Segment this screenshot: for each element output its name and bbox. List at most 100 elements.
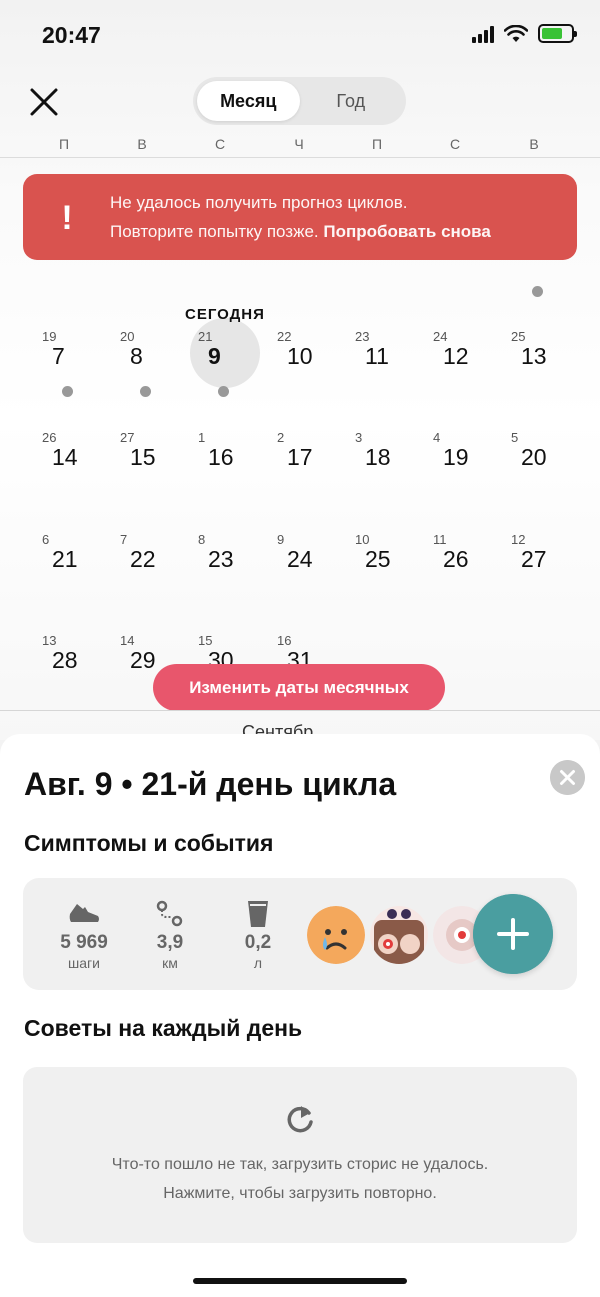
cycle-day-number: 9 xyxy=(277,532,285,547)
calendar-day[interactable]: 23 11 xyxy=(355,329,433,399)
calendar-day[interactable]: 9 24 xyxy=(277,532,355,602)
cycle-day-number: 14 xyxy=(120,633,135,648)
calendar-day-today[interactable]: 21 9 xyxy=(198,329,276,399)
calendar-day[interactable]: 10 25 xyxy=(355,532,433,602)
steps-metric[interactable]: 5 969 шаги xyxy=(44,898,124,971)
date-number: 25 xyxy=(365,546,391,572)
weekday-label: С xyxy=(449,136,461,152)
calendar-day[interactable]: 24 12 xyxy=(433,329,511,399)
battery-icon xyxy=(538,24,577,43)
close-icon[interactable] xyxy=(24,82,64,122)
date-number: 14 xyxy=(52,444,78,470)
distance-value: 3,9 xyxy=(156,932,184,953)
add-symptom-plus-icon[interactable] xyxy=(473,894,553,974)
cycle-day-number: 8 xyxy=(198,532,206,547)
cycle-day-number: 11 xyxy=(433,532,447,547)
water-metric[interactable]: 0,2 л xyxy=(218,898,298,971)
calendar-day[interactable]: 13 28 xyxy=(42,633,120,703)
cycle-day-number: 15 xyxy=(198,633,213,648)
weekday-header: П В С Ч П С В xyxy=(0,136,600,156)
cycle-day-number: 19 xyxy=(42,329,57,344)
tips-error-card[interactable]: Что-то пошло не так, загрузить сторис не… xyxy=(23,1067,577,1243)
cycle-day-number: 21 xyxy=(198,329,213,344)
month-divider xyxy=(0,710,600,711)
calendar-day[interactable]: 22 10 xyxy=(277,329,355,399)
today-label: СЕГОДНЯ xyxy=(185,306,265,323)
calendar-day[interactable]: 6 21 xyxy=(42,532,120,602)
sheet-close-icon[interactable] xyxy=(550,760,585,795)
date-number: 10 xyxy=(287,343,313,369)
tips-error-hint: Нажмите, чтобы загрузить повторно. xyxy=(163,1185,437,1202)
weekday-label: В xyxy=(137,136,147,152)
calendar-day[interactable]: 4 19 xyxy=(433,430,511,500)
weekday-label: С xyxy=(214,136,226,152)
calendar-day[interactable]: 19 7 xyxy=(42,329,120,399)
reload-icon[interactable] xyxy=(283,1103,317,1137)
calendar-day[interactable]: 11 26 xyxy=(433,532,511,602)
date-number: 17 xyxy=(287,444,313,470)
tab-month[interactable]: Месяц xyxy=(197,81,300,121)
date-number: 23 xyxy=(208,546,234,572)
calendar-day[interactable]: 2 17 xyxy=(277,430,355,500)
cycle-day-number: 13 xyxy=(42,633,57,648)
retry-link[interactable]: Попробовать снова xyxy=(323,222,491,241)
cycle-day-number: 5 xyxy=(511,430,519,445)
cycle-day-number: 25 xyxy=(511,329,526,344)
breast-pain-icon[interactable] xyxy=(370,906,428,964)
calendar-day[interactable]: 27 15 xyxy=(120,430,198,500)
cycle-day-number: 7 xyxy=(120,532,128,547)
banner-hint: Повторите попытку позже. xyxy=(110,222,319,241)
date-number: 9 xyxy=(208,343,221,369)
date-number: 22 xyxy=(130,546,156,572)
cycle-day-number: 27 xyxy=(120,430,135,445)
water-glass-icon xyxy=(248,901,268,927)
date-number: 27 xyxy=(521,546,547,572)
forecast-error-banner: ! Не удалось получить прогноз циклов. По… xyxy=(23,174,577,260)
calendar-day[interactable]: 12 27 xyxy=(511,532,589,602)
distance-metric[interactable]: 3,9 км xyxy=(130,898,210,971)
cycle-day-number: 2 xyxy=(277,430,285,445)
weekday-label: Ч xyxy=(294,136,304,152)
view-mode-segmented-control: Месяц Год xyxy=(193,77,406,125)
cycle-day-number: 16 xyxy=(277,633,292,648)
date-number: 15 xyxy=(130,444,156,470)
symptoms-title: Симптомы и события xyxy=(24,830,274,856)
calendar-day[interactable]: 1 16 xyxy=(198,430,276,500)
steps-value: 5 969 xyxy=(60,932,108,953)
edit-period-dates-button[interactable]: Изменить даты месячных xyxy=(153,664,445,711)
water-unit: л xyxy=(253,955,263,971)
calendar-day[interactable]: 7 22 xyxy=(120,532,198,602)
calendar-day[interactable]: 5 20 xyxy=(511,430,589,500)
date-number: 26 xyxy=(443,546,469,572)
banner-message: Не удалось получить прогноз циклов. xyxy=(110,193,408,212)
calendar-day[interactable]: 8 23 xyxy=(198,532,276,602)
warning-icon: ! xyxy=(61,199,73,237)
header-divider xyxy=(0,157,600,158)
cycle-day-number: 10 xyxy=(355,532,370,547)
calendar-day[interactable]: 20 8 xyxy=(120,329,198,399)
date-number: 7 xyxy=(52,343,65,369)
calendar-day[interactable]: 25 13 xyxy=(511,329,589,399)
cycle-day-number: 20 xyxy=(120,329,135,344)
sheet-title: Авг. 9 • 21-й день цикла xyxy=(24,766,397,802)
home-indicator xyxy=(193,1278,407,1284)
cycle-day-number: 6 xyxy=(42,532,50,547)
date-number: 21 xyxy=(52,546,78,572)
sad-mood-icon[interactable] xyxy=(307,906,365,964)
steps-unit: шаги xyxy=(68,955,100,971)
calendar-day[interactable]: 26 14 xyxy=(42,430,120,500)
route-icon xyxy=(156,900,183,927)
cycle-day-number: 26 xyxy=(42,430,57,445)
weekday-label: В xyxy=(529,136,539,152)
date-number: 12 xyxy=(443,343,469,369)
cycle-day-number: 22 xyxy=(277,329,292,344)
weekday-label: П xyxy=(58,136,70,152)
tab-year[interactable]: Год xyxy=(300,81,403,121)
day-details-sheet: Авг. 9 • 21-й день цикла Симптомы и собы… xyxy=(0,734,600,1297)
distance-unit: км xyxy=(162,955,178,971)
cycle-dot xyxy=(62,386,73,397)
cycle-dot xyxy=(140,386,151,397)
date-number: 11 xyxy=(365,343,389,369)
calendar-day[interactable]: 3 18 xyxy=(355,430,433,500)
date-number: 16 xyxy=(208,444,234,470)
